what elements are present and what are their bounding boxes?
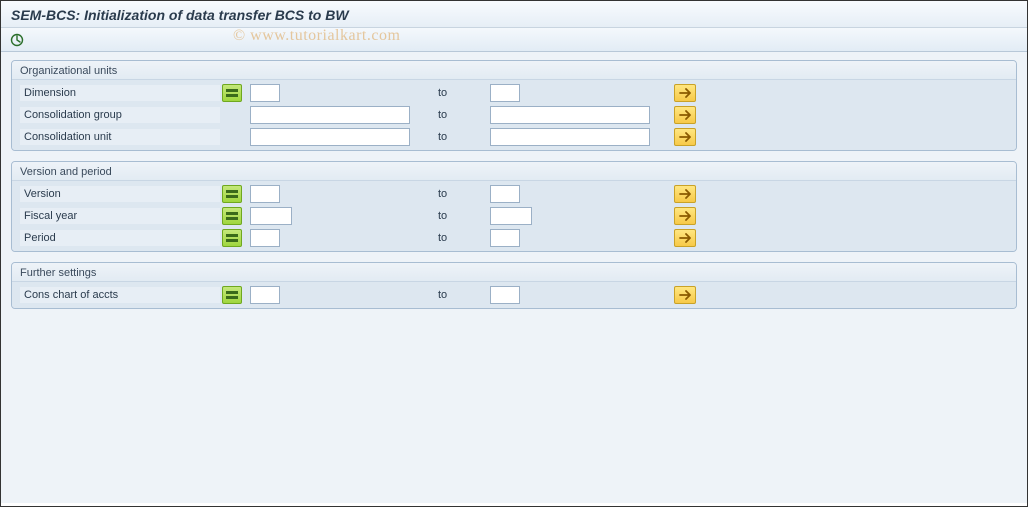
group-title-version-and-period: Version and period xyxy=(12,162,1016,181)
row-fiscal-year: Fiscal year to xyxy=(12,205,1016,227)
row-period: Period to xyxy=(12,227,1016,249)
select-options-icon[interactable] xyxy=(222,286,242,304)
multiple-selection-icon[interactable] xyxy=(674,286,696,304)
label-period: Period xyxy=(20,230,220,246)
period-to-input[interactable] xyxy=(490,229,520,247)
label-fiscal-year: Fiscal year xyxy=(20,208,220,224)
label-cons-chart-of-accts: Cons chart of accts xyxy=(20,287,220,303)
label-consolidation-group: Consolidation group xyxy=(20,107,220,123)
label-dimension: Dimension xyxy=(20,85,220,101)
group-title-organizational-units: Organizational units xyxy=(12,61,1016,80)
select-options-icon[interactable] xyxy=(222,229,242,247)
to-label: to xyxy=(430,188,490,200)
select-options-icon[interactable] xyxy=(222,84,242,102)
consolidation-group-to-input[interactable] xyxy=(490,106,650,124)
multiple-selection-icon[interactable] xyxy=(674,229,696,247)
period-from-input[interactable] xyxy=(250,229,280,247)
group-organizational-units: Organizational units Dimension to Consol… xyxy=(11,60,1017,151)
to-label: to xyxy=(430,131,490,143)
label-consolidation-unit: Consolidation unit xyxy=(20,129,220,145)
cons-chart-from-input[interactable] xyxy=(250,286,280,304)
execute-icon[interactable] xyxy=(9,32,25,48)
row-cons-chart-of-accts: Cons chart of accts to xyxy=(12,284,1016,306)
group-further-settings: Further settings Cons chart of accts to xyxy=(11,262,1017,309)
row-version: Version to xyxy=(12,183,1016,205)
to-label: to xyxy=(430,109,490,121)
cons-chart-to-input[interactable] xyxy=(490,286,520,304)
label-version: Version xyxy=(20,186,220,202)
page-title: SEM-BCS: Initialization of data transfer… xyxy=(1,1,1027,28)
to-label: to xyxy=(430,210,490,222)
fiscal-year-from-input[interactable] xyxy=(250,207,292,225)
group-version-and-period: Version and period Version to Fiscal yea… xyxy=(11,161,1017,252)
version-to-input[interactable] xyxy=(490,185,520,203)
fiscal-year-to-input[interactable] xyxy=(490,207,532,225)
dimension-to-input[interactable] xyxy=(490,84,520,102)
multiple-selection-icon[interactable] xyxy=(674,84,696,102)
select-options-icon[interactable] xyxy=(222,207,242,225)
row-consolidation-unit: Consolidation unit to xyxy=(12,126,1016,148)
consolidation-group-from-input[interactable] xyxy=(250,106,410,124)
multiple-selection-icon[interactable] xyxy=(674,207,696,225)
consolidation-unit-to-input[interactable] xyxy=(490,128,650,146)
consolidation-unit-from-input[interactable] xyxy=(250,128,410,146)
multiple-selection-icon[interactable] xyxy=(674,185,696,203)
version-from-input[interactable] xyxy=(250,185,280,203)
multiple-selection-icon[interactable] xyxy=(674,106,696,124)
multiple-selection-icon[interactable] xyxy=(674,128,696,146)
dimension-from-input[interactable] xyxy=(250,84,280,102)
select-options-icon[interactable] xyxy=(222,185,242,203)
to-label: to xyxy=(430,232,490,244)
row-consolidation-group: Consolidation group to xyxy=(12,104,1016,126)
to-label: to xyxy=(430,87,490,99)
row-dimension: Dimension to xyxy=(12,82,1016,104)
to-label: to xyxy=(430,289,490,301)
content-area: Organizational units Dimension to Consol… xyxy=(1,52,1027,503)
application-toolbar xyxy=(1,28,1027,52)
group-title-further-settings: Further settings xyxy=(12,263,1016,282)
